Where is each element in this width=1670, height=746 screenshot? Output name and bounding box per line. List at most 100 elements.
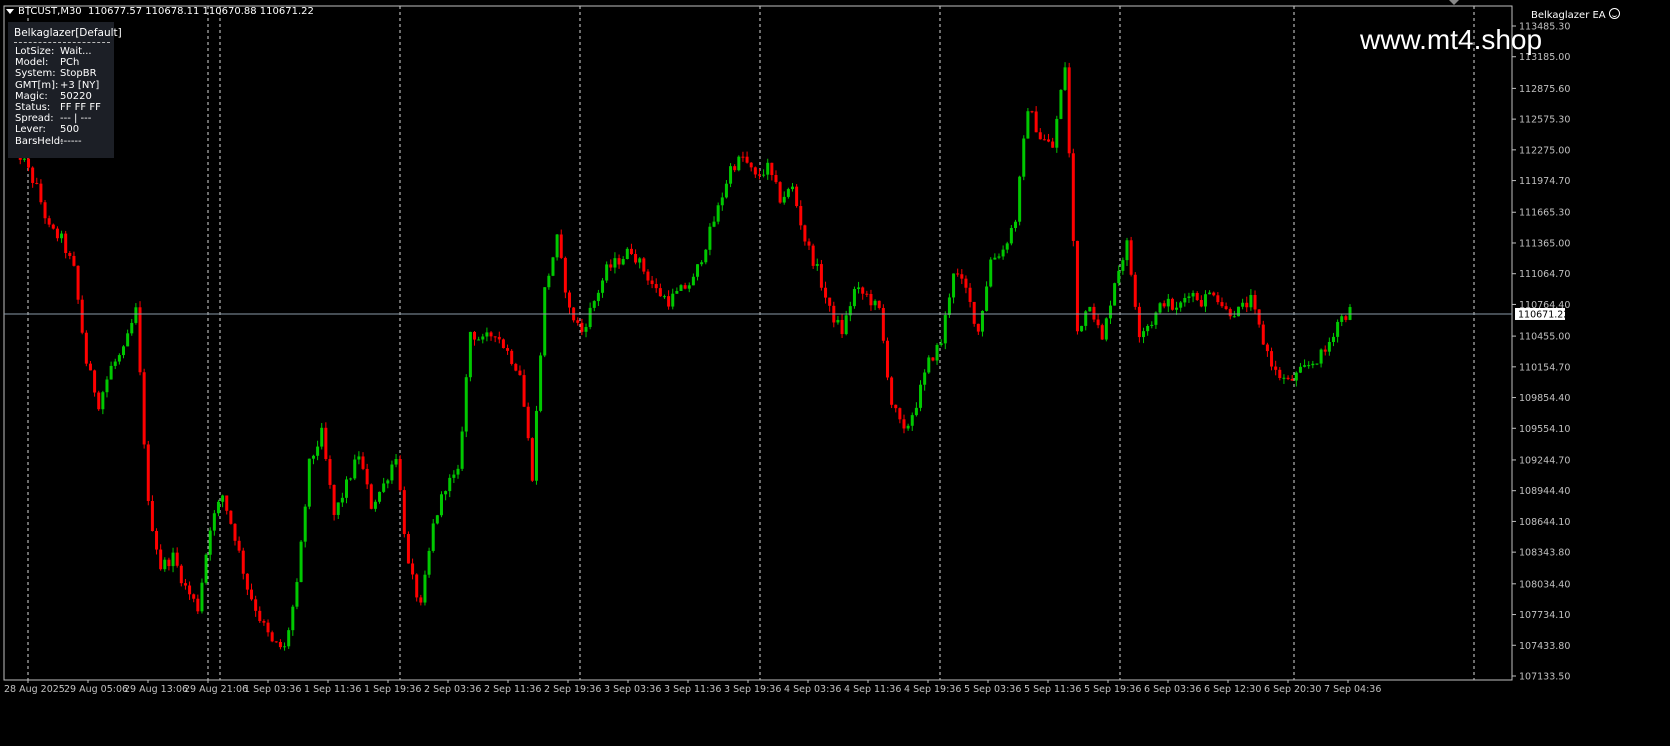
dropdown-triangle-icon[interactable] — [6, 8, 14, 14]
plot-frame — [3, 5, 1513, 681]
candle-body — [1224, 306, 1228, 310]
candle-body — [712, 221, 716, 227]
candle-body — [142, 372, 146, 445]
candle-body — [1179, 302, 1183, 308]
candle-body — [568, 292, 571, 308]
candle-body — [985, 286, 989, 311]
panel-row-key: Spread: — [15, 113, 54, 125]
symbol-label: BTCUST,M30 — [18, 6, 82, 17]
candle-body — [1129, 240, 1133, 275]
candle-body — [361, 456, 365, 469]
candle-body — [357, 456, 361, 460]
candle-body — [852, 289, 856, 307]
candle-body — [155, 531, 159, 550]
candle-body — [460, 431, 464, 469]
candle-body — [914, 407, 918, 416]
candle-body — [786, 189, 790, 197]
candle-body — [501, 339, 505, 349]
candle-body — [167, 559, 171, 567]
panel-row-key: Status: — [15, 102, 51, 113]
candle-body — [836, 319, 840, 323]
candle-body — [212, 513, 216, 531]
candle-body — [749, 162, 753, 168]
time-axis-label: 6 Sep 12:30 — [1204, 684, 1261, 695]
panel-row: Model: PCh — [15, 57, 115, 69]
candle-body — [650, 280, 654, 285]
time-axis-label: 2 Sep 03:36 — [424, 684, 481, 695]
candle-body — [1274, 366, 1278, 370]
candle-body — [1047, 139, 1051, 142]
time-axis-label: 28 Aug 2025 — [4, 684, 65, 695]
candle-body — [539, 355, 543, 411]
candle-body — [976, 323, 980, 332]
candle-body — [1170, 298, 1174, 310]
candle-body — [1175, 307, 1179, 310]
candle-body — [1092, 306, 1096, 320]
panel-row-value: +3 [NY] — [60, 79, 100, 91]
price-chart[interactable]: 113485.30113185.00112875.60112575.301122… — [0, 0, 1670, 746]
candle-body — [935, 344, 939, 361]
panel-row-value: FF FF FF — [60, 102, 101, 113]
time-axis-label: 5 Sep 19:36 — [1084, 684, 1141, 695]
panel-row: LotSize: Wait... — [15, 46, 115, 58]
candle-body — [1117, 270, 1121, 284]
panel-row-value: ------ — [60, 135, 82, 147]
candle-body — [43, 202, 47, 219]
candle-body — [1265, 344, 1269, 352]
smiley-icon[interactable] — [1608, 8, 1620, 19]
candle-body — [378, 491, 382, 502]
candle-body — [576, 320, 580, 323]
panel-row-value: 50220 — [60, 90, 92, 102]
time-axis-label: 6 Sep 20:30 — [1264, 684, 1321, 695]
candle-body — [952, 273, 956, 298]
candle-body — [885, 340, 889, 378]
panel-row-value: StopBR — [60, 68, 97, 80]
time-axis-label: 29 Aug 13:06 — [124, 684, 188, 695]
candle-body — [1208, 292, 1212, 295]
candle-body — [1261, 324, 1265, 345]
candle-body — [101, 392, 105, 410]
candle-body — [51, 224, 55, 229]
candle-body — [221, 495, 225, 502]
candle-body — [1100, 325, 1104, 340]
candle-body — [543, 287, 547, 356]
candle-body — [464, 377, 468, 432]
price-axis-label: 107433.80 — [1519, 641, 1570, 652]
candle-body — [757, 174, 761, 176]
candle-body — [47, 218, 51, 225]
price-axis-label: 112275.00 — [1519, 145, 1570, 156]
candle-body — [828, 297, 832, 306]
candle-body — [1063, 67, 1067, 90]
chart-shift-marker-icon[interactable] — [1449, 0, 1459, 5]
candle-body — [1150, 324, 1154, 327]
candle-body — [807, 241, 811, 246]
candle-body — [580, 322, 584, 332]
candle-body — [1005, 243, 1009, 250]
chart-window[interactable]: 113485.30 113185.00 112875.60 112575.30 1122… — [0, 0, 1670, 746]
expert-advisor-label[interactable]: Belkaglazer EA — [1531, 8, 1620, 21]
price-axis-label: 109854.40 — [1519, 393, 1570, 404]
candle-body — [208, 530, 212, 555]
symbol-header[interactable]: BTCUST,M30 110677.57 110678.11 110670.88… — [6, 6, 314, 18]
time-axis-label: 29 Aug 05:06 — [64, 684, 128, 695]
candle-body — [175, 552, 179, 566]
candle-body — [68, 253, 72, 256]
candle-body — [1237, 306, 1240, 317]
candle-body — [774, 175, 778, 183]
candle-body — [1257, 309, 1261, 325]
candle-body — [328, 459, 332, 485]
candle-body — [295, 582, 299, 607]
candle-body — [534, 410, 538, 481]
candle-body — [1307, 365, 1311, 367]
candle-body — [704, 249, 708, 263]
candle-body — [109, 365, 113, 380]
candle-body — [411, 563, 415, 575]
candle-body — [353, 459, 357, 479]
candle-body — [345, 479, 348, 498]
candle-body — [1080, 325, 1084, 332]
panel-row-key: Model: — [15, 57, 49, 69]
candle-body — [415, 574, 419, 598]
candle-body — [1071, 153, 1075, 241]
candle-body — [1121, 260, 1125, 271]
time-axis-label: 6 Sep 03:36 — [1144, 684, 1201, 695]
